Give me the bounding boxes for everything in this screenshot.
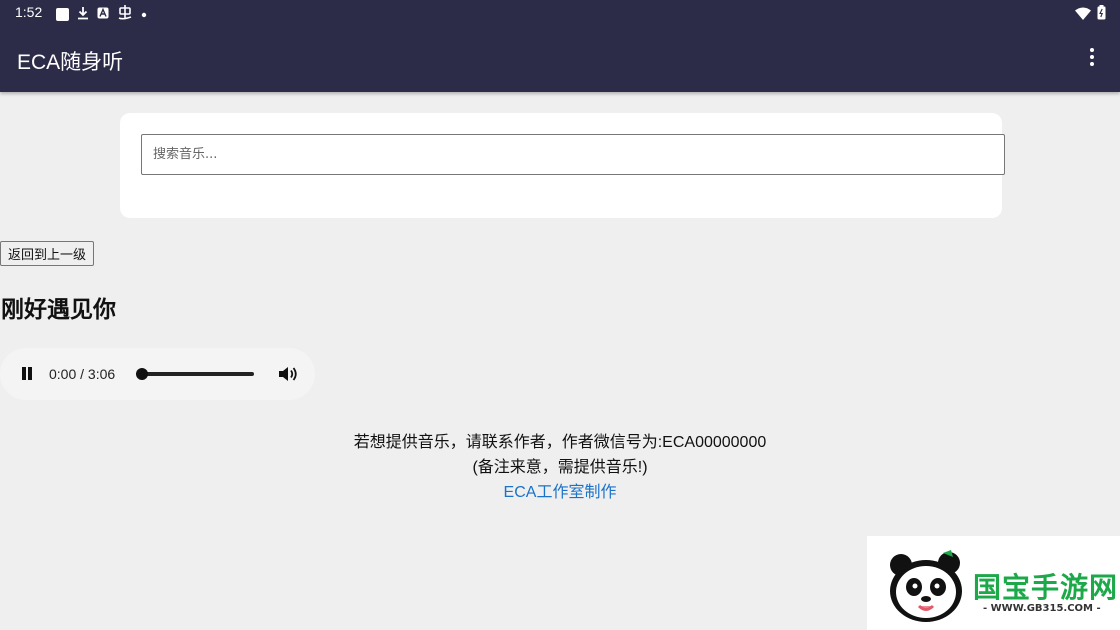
dot-icon xyxy=(141,7,147,21)
watermark-url: - WWW.GB315.COM - xyxy=(983,603,1101,614)
contact-text: 若想提供音乐，请联系作者，作者微信号为:ECA00000000 xyxy=(353,434,767,451)
progress-knob[interactable] xyxy=(136,368,148,380)
song-title: 刚好遇见你 xyxy=(1,297,116,323)
note-text: (备注来意，需提供音乐!) xyxy=(472,459,648,476)
app-title: ECA随身听 xyxy=(17,51,124,74)
status-icons-left xyxy=(56,5,147,23)
status-bar: 1:52 xyxy=(0,0,1120,26)
playback-time: 0:00 / 3:06 xyxy=(49,366,116,382)
watermark: 国宝手游网 - WWW.GB315.COM - xyxy=(867,536,1120,630)
wifi-icon xyxy=(1075,5,1091,24)
audio-player: 0:00 / 3:06 xyxy=(0,348,315,400)
panda-logo-icon xyxy=(890,550,962,622)
watermark-text: 国宝手游网 xyxy=(973,571,1119,604)
search-input[interactable] xyxy=(141,134,1005,175)
volume-icon[interactable] xyxy=(278,365,298,383)
studio-line: ECA工作室制作 xyxy=(0,478,1120,502)
studio-link[interactable]: ECA工作室制作 xyxy=(504,484,617,501)
download-icon xyxy=(77,6,89,23)
bug-icon xyxy=(117,5,133,23)
status-icons-right xyxy=(1075,5,1106,24)
back-button[interactable]: 返回到上一级 xyxy=(0,241,95,266)
status-time: 1:52 xyxy=(15,4,43,20)
pause-icon[interactable] xyxy=(20,366,34,382)
battery-icon xyxy=(1097,5,1106,24)
notification-square-icon xyxy=(56,7,69,21)
app-bar: ECA随身听 xyxy=(0,26,1120,92)
progress-slider[interactable] xyxy=(136,368,254,380)
a-box-icon xyxy=(97,7,109,22)
more-vert-icon[interactable] xyxy=(1088,46,1096,68)
search-card xyxy=(120,113,1005,218)
